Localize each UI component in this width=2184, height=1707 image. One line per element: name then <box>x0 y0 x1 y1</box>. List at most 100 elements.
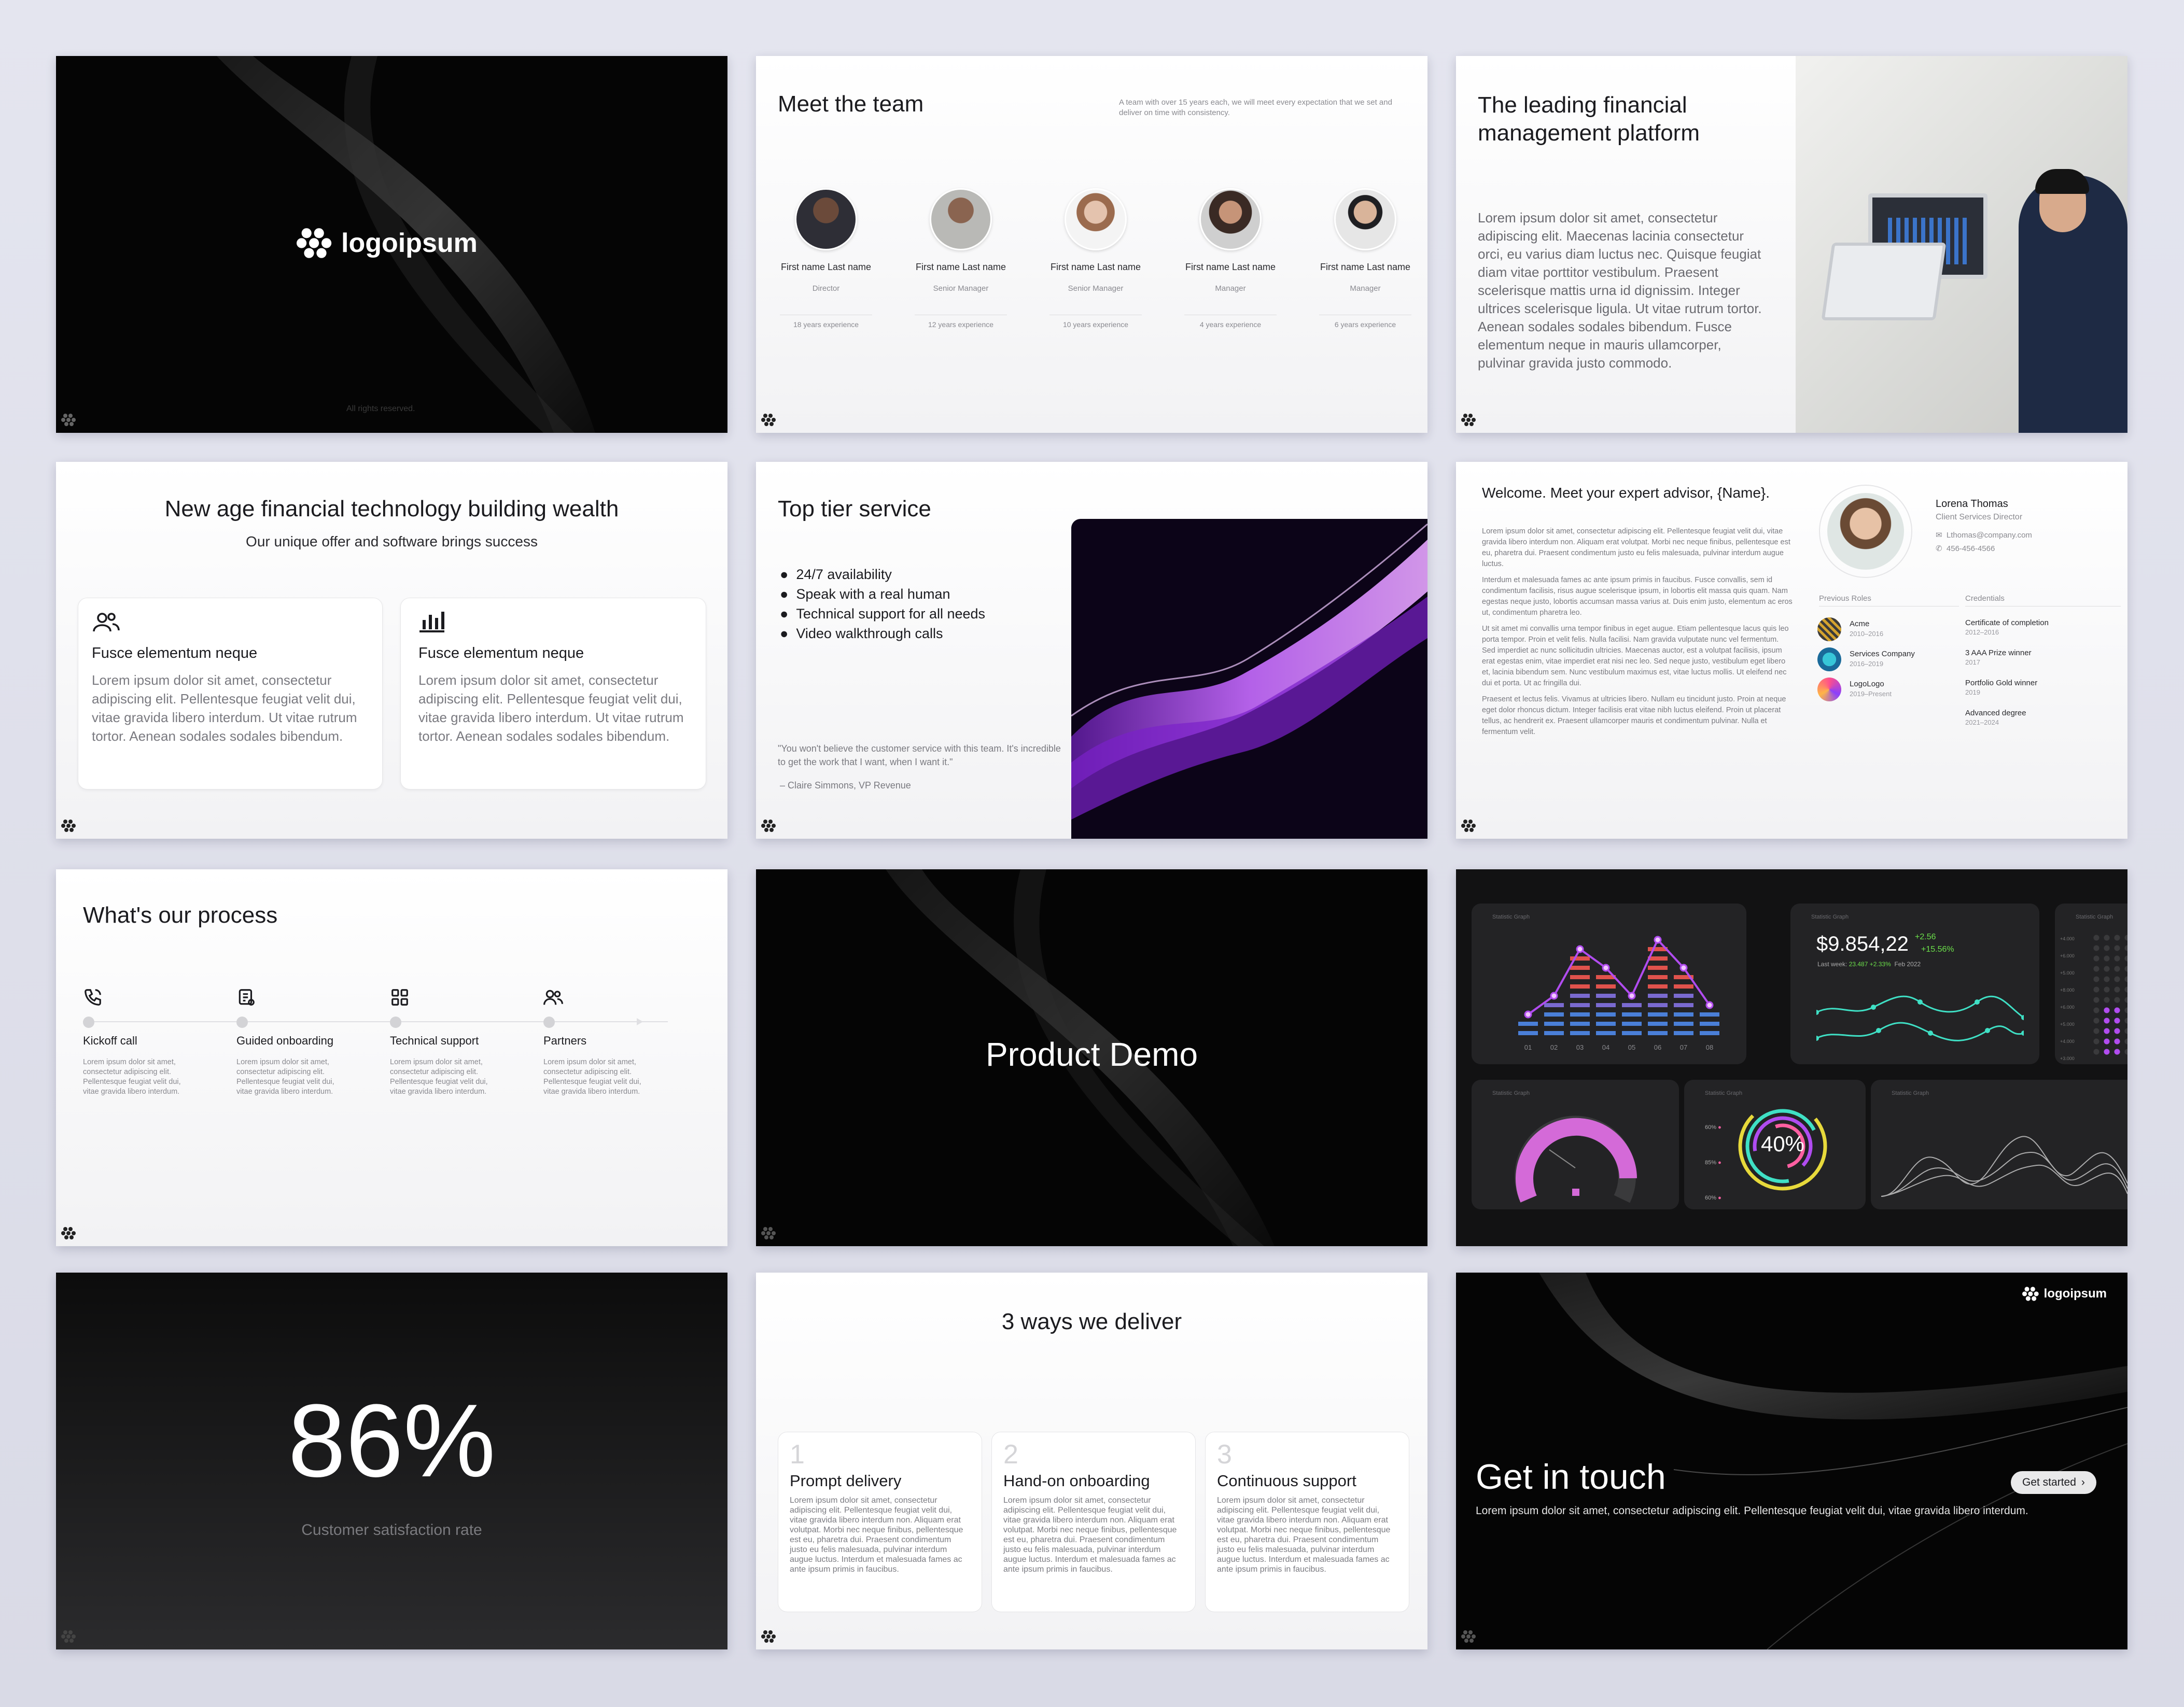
member-experience: 6 years experience <box>1334 320 1396 329</box>
corner-logo-icon <box>61 1226 77 1240</box>
feature-card[interactable]: Fusce elementum neque Lorem ipsum dolor … <box>78 598 383 789</box>
member-experience: 10 years experience <box>1062 320 1129 329</box>
bar-segment <box>1622 1031 1642 1035</box>
bar-segment <box>1648 994 1668 998</box>
corner-logo-icon <box>1461 819 1477 833</box>
credential-list: Certificate of completion 2012–2016 3 AAA… <box>1965 618 2049 726</box>
bar-segment <box>1674 994 1693 998</box>
process-step: Guided onboarding Lorem ipsum dolor sit … <box>236 987 366 1096</box>
bar-segment <box>1674 1012 1693 1017</box>
bar-segment <box>1570 1003 1590 1007</box>
bar-segment <box>1596 1031 1616 1035</box>
bar-line-panel: Statistic Graph 01 02 03 04 05 06 07 08 <box>1472 904 1746 1064</box>
corner-logo-icon <box>761 1630 777 1643</box>
grid-icon <box>391 989 408 1006</box>
corner-logo-icon <box>1461 1630 1477 1643</box>
price-panel: Statistic Graph $9.854,22 +2.56 +15.56% … <box>1790 904 2039 1064</box>
phone-icon <box>85 989 101 1006</box>
page-title: Meet the team <box>778 91 924 117</box>
document-icon <box>239 989 255 1006</box>
slide-platform[interactable]: The leading financial management platfor… <box>1456 56 2127 433</box>
slide-stat[interactable]: 86% Customer satisfaction rate <box>56 1273 727 1649</box>
bar-segment <box>1674 1003 1693 1007</box>
x-tick-label: 06 <box>1654 1043 1661 1051</box>
corner-logo-icon <box>761 819 777 833</box>
logo-text: logoipsum <box>341 228 478 258</box>
slide-advisor[interactable]: Welcome. Meet your expert advisor, {Name… <box>1456 462 2127 839</box>
chevron-right-icon: › <box>2081 1476 2085 1488</box>
body-text: Lorem ipsum dolor sit amet, consectetur … <box>1482 527 1793 736</box>
roles-header: Previous Roles <box>1819 594 1959 606</box>
member-role: Senior Manager <box>1068 284 1124 293</box>
ring-legend: 60% ● 85% ● 60% ● <box>1705 1124 1721 1201</box>
page-title: Welcome. Meet your expert advisor, {Name… <box>1482 485 1770 501</box>
process-step: Technical support Lorem ipsum dolor sit … <box>390 987 520 1096</box>
feature-card[interactable]: Fusce elementum neque Lorem ipsum dolor … <box>400 598 706 789</box>
gauge-chart <box>1515 1116 1637 1203</box>
line-point <box>1705 1001 1714 1009</box>
page-title: New age financial technology building we… <box>164 496 619 521</box>
line-point <box>1550 992 1558 1000</box>
bar-chart-icon <box>419 612 444 632</box>
partners-icon <box>543 990 563 1005</box>
bar-segment <box>1674 1031 1693 1035</box>
price-value: $9.854,22 <box>1816 933 1909 955</box>
bar-segment <box>1544 1031 1564 1035</box>
x-tick-label: 02 <box>1550 1043 1558 1051</box>
bar-segment <box>1596 1012 1616 1017</box>
bar-segment <box>1570 1031 1590 1035</box>
list-item: ● Speak with a real human <box>780 586 950 602</box>
team-member: First name Last name Senior Manager 10 y… <box>1046 188 1145 329</box>
advisor-phone[interactable]: ✆ 456-456-4566 <box>1936 544 1995 553</box>
slide-process[interactable]: What's our process Kickoff call Lorem ip… <box>56 869 727 1246</box>
list-item: ● Technical support for all needs <box>780 606 986 622</box>
wave-panel: Statistic Graph <box>1871 1080 2127 1209</box>
process-step: Kickoff call Lorem ipsum dolor sit amet,… <box>83 987 213 1096</box>
bar-segment <box>1622 1012 1642 1017</box>
ring-panel: Statistic Graph 60% ● 85% ● 60% ● 40% <box>1684 1080 1866 1209</box>
avatar <box>795 188 857 250</box>
bar-segment <box>1648 966 1668 970</box>
card-title: Fusce elementum neque <box>92 645 258 661</box>
corner-logo-icon <box>61 413 77 427</box>
list-item: ● 24/7 availability <box>780 567 892 582</box>
slide-deliver[interactable]: 3 ways we deliver 1 Prompt delivery Lore… <box>756 1273 1427 1649</box>
bar-segment <box>1648 1003 1668 1007</box>
wave-chart <box>1881 1136 2127 1197</box>
bar-segment <box>1570 994 1590 998</box>
slide-cover[interactable]: logoipsum All rights reserved. <box>56 56 727 433</box>
advisor-title: Client Services Director <box>1936 513 2023 521</box>
slide-dashboard[interactable]: Statistic Graph 01 02 03 04 05 06 07 08 Statist… <box>1456 869 2127 1246</box>
bar-segment <box>1674 984 1693 989</box>
testimonial-quote: "You won't believe the customer service … <box>778 743 1061 767</box>
bar-segment <box>1570 1022 1590 1026</box>
team-member: First name Last name Manager 4 years exp… <box>1181 188 1280 329</box>
delivery-card[interactable]: 2 Hand-on onboarding Lorem ipsum dolor s… <box>991 1432 1196 1612</box>
slide-features[interactable]: New age financial technology building we… <box>56 462 727 839</box>
slide-demo[interactable]: Product Demo <box>756 869 1427 1246</box>
bar-segment <box>1570 984 1590 989</box>
slide-contact[interactable]: logoipsum Get in touch Lorem ipsum dolor… <box>1456 1273 2127 1649</box>
price-change: +2.56 <box>1915 933 1936 941</box>
bar-segment <box>1674 1022 1693 1026</box>
x-tick-label: 01 <box>1524 1043 1532 1051</box>
office-photo <box>1796 56 2127 433</box>
slide-team[interactable]: Meet the team A team with over 15 years … <box>756 56 1427 433</box>
advisor-email[interactable]: ✉ Lthomas@company.com <box>1936 530 2032 540</box>
member-role: Senior Manager <box>933 284 989 293</box>
member-name: First name Last name <box>915 262 1006 272</box>
member-name: First name Last name <box>780 262 872 272</box>
delivery-card[interactable]: 1 Prompt delivery Lorem ipsum dolor sit … <box>778 1432 982 1612</box>
ring-value: 40% <box>1760 1132 1805 1156</box>
slide-service[interactable]: Top tier service ● 24/7 availability ● S… <box>756 462 1427 839</box>
logo-mark-icon <box>2022 1286 2040 1302</box>
x-tick-label: 05 <box>1628 1043 1635 1051</box>
member-role: Manager <box>1215 284 1246 293</box>
y-axis-ticks: +4.000 +6.000 +5.000 +8.000 +6.000 +5.000 +4.0… <box>2060 936 2075 1061</box>
bar-line-chart: 01 02 03 04 05 06 07 08 <box>1518 936 1719 1051</box>
member-name: First name Last name <box>1185 262 1276 272</box>
delivery-card[interactable]: 3 Continuous support Lorem ipsum dolor s… <box>1205 1432 1409 1612</box>
get-started-button[interactable]: Get started › <box>2011 1471 2096 1494</box>
stat-caption: Customer satisfaction rate <box>301 1521 482 1539</box>
bar-segment <box>1544 1003 1564 1007</box>
